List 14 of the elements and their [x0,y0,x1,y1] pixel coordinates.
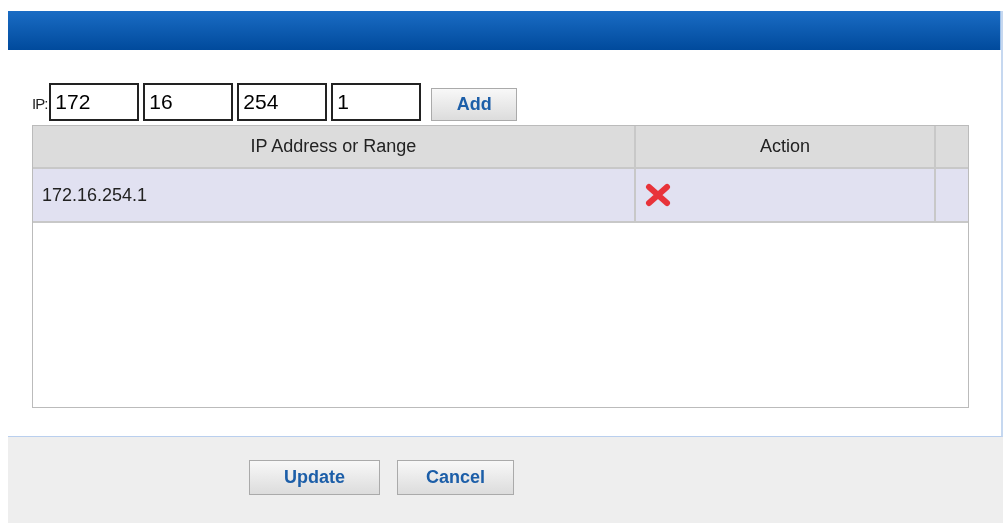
update-button[interactable]: Update [249,460,380,495]
delete-icon[interactable] [645,183,671,207]
column-header: IP Address or Range [33,126,635,168]
address-cell: 172.16.254.1 [33,168,635,222]
octet-field[interactable]: 254 [237,83,328,121]
table-row[interactable]: 172.16.254.1 [33,168,968,222]
column-header: Action [635,126,935,168]
octet-field[interactable]: 1 [331,83,422,121]
cancel-button[interactable]: Cancel [397,460,514,495]
add-button[interactable]: Add [431,88,518,121]
ip-label: IP: [32,93,48,114]
column-header [935,126,968,168]
octet-field[interactable]: 172 [49,83,140,121]
octet-field[interactable]: 16 [143,83,234,121]
